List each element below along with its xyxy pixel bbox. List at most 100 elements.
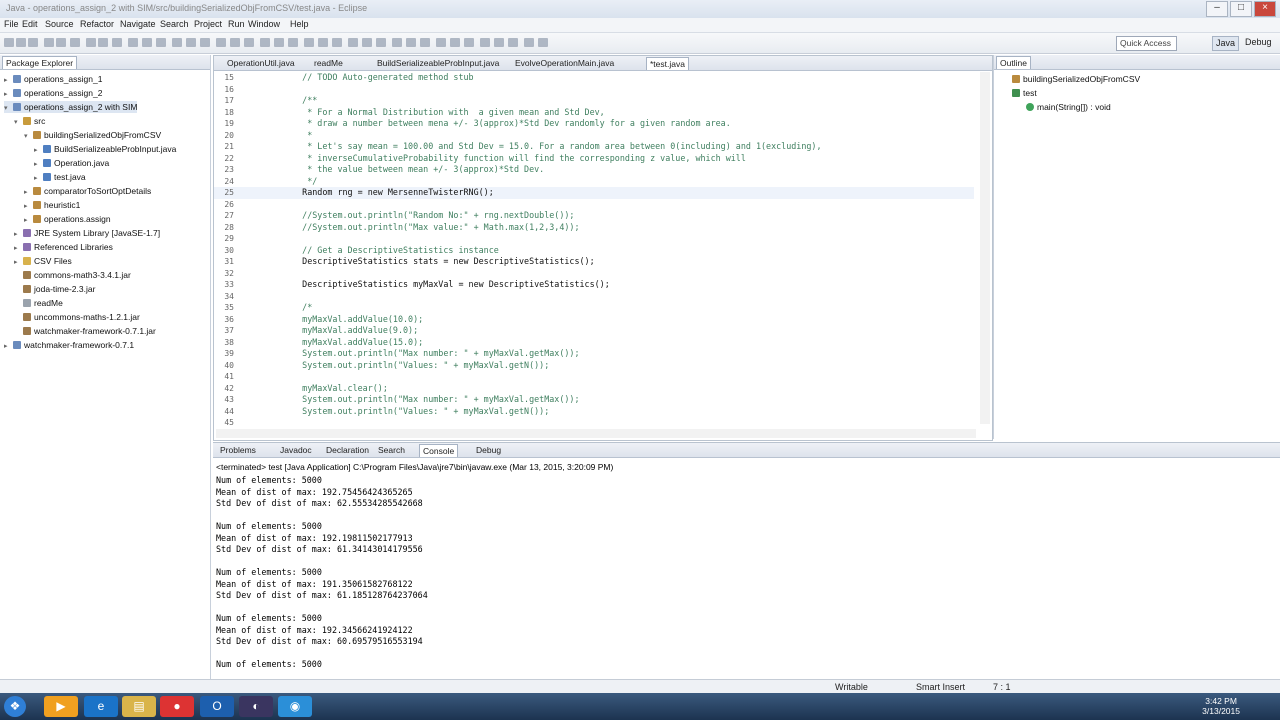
code-line[interactable]: 26 bbox=[214, 199, 974, 211]
code-line[interactable]: 30 // Get a DescriptiveStatistics instan… bbox=[214, 245, 974, 257]
tree-item[interactable]: ▸ Referenced Libraries bbox=[14, 241, 113, 253]
tree-toggle-icon[interactable]: ▸ bbox=[24, 187, 32, 199]
toolbar-action-icon[interactable] bbox=[56, 38, 66, 47]
menu-file[interactable]: File bbox=[4, 19, 19, 29]
tree-item[interactable]: ▸ CSV Files bbox=[14, 255, 72, 267]
menu-window[interactable]: Window bbox=[248, 19, 280, 29]
toolbar-action-icon[interactable] bbox=[304, 38, 314, 47]
console-tab[interactable]: Debug bbox=[473, 444, 504, 456]
tree-item[interactable]: ▸ heuristic1 bbox=[24, 199, 80, 211]
outline-item[interactable]: main(String[]) : void bbox=[1026, 101, 1111, 113]
code-line[interactable]: 27 //System.out.println("Random No:" + r… bbox=[214, 210, 974, 222]
code-line[interactable]: 35 /* bbox=[214, 302, 974, 314]
code-line[interactable]: 22 * inverseCumulativeProbability functi… bbox=[214, 153, 974, 165]
menu-refactor[interactable]: Refactor bbox=[80, 19, 114, 29]
console-tab[interactable]: Declaration bbox=[323, 444, 372, 456]
toolbar-action-icon[interactable] bbox=[318, 38, 328, 47]
toolbar-action-icon[interactable] bbox=[260, 38, 270, 47]
menu-source[interactable]: Source bbox=[45, 19, 74, 29]
tree-item[interactable]: ▸ Operation.java bbox=[34, 157, 109, 169]
quick-access-input[interactable]: Quick Access bbox=[1116, 36, 1177, 51]
toolbar-action-icon[interactable] bbox=[508, 38, 518, 47]
toolbar-action-icon[interactable] bbox=[186, 38, 196, 47]
code-line[interactable]: 18 * For a Normal Distribution with a gi… bbox=[214, 107, 974, 119]
tree-item[interactable]: ▸ BuildSerializeableProbInput.java bbox=[34, 143, 176, 155]
editor-vertical-scrollbar[interactable] bbox=[980, 72, 990, 424]
chrome-icon[interactable]: ● bbox=[160, 696, 194, 717]
toolbar-action-icon[interactable] bbox=[494, 38, 504, 47]
tree-toggle-icon[interactable]: ▸ bbox=[34, 145, 42, 157]
toolbar-action-icon[interactable] bbox=[112, 38, 122, 47]
code-line[interactable]: 17 /** bbox=[214, 95, 974, 107]
perspective-debug[interactable]: Debug bbox=[1245, 36, 1272, 49]
toolbar-action-icon[interactable] bbox=[524, 38, 534, 47]
toolbar-action-icon[interactable] bbox=[376, 38, 386, 47]
tree-toggle-icon[interactable]: ▾ bbox=[4, 103, 12, 115]
code-line[interactable]: 34 bbox=[214, 291, 974, 303]
toolbar-action-icon[interactable] bbox=[464, 38, 474, 47]
code-line[interactable]: 16 bbox=[214, 84, 974, 96]
code-line[interactable]: 20 * bbox=[214, 130, 974, 142]
toolbar-action-icon[interactable] bbox=[274, 38, 284, 47]
outline-item[interactable]: test bbox=[1012, 87, 1037, 99]
toolbar-action-icon[interactable] bbox=[172, 38, 182, 47]
toolbar-action-icon[interactable] bbox=[156, 38, 166, 47]
eclipse-icon[interactable]: ◐ bbox=[239, 696, 273, 717]
camera-app-icon[interactable]: ◉ bbox=[278, 696, 312, 717]
toolbar-action-icon[interactable] bbox=[230, 38, 240, 47]
file-explorer-icon[interactable]: ▤ bbox=[122, 696, 156, 717]
code-line[interactable]: 45 bbox=[214, 417, 974, 429]
toolbar-action-icon[interactable] bbox=[70, 38, 80, 47]
toolbar-action-icon[interactable] bbox=[86, 38, 96, 47]
start-button[interactable]: ❖ bbox=[4, 696, 26, 717]
toolbar-action-icon[interactable] bbox=[436, 38, 446, 47]
media-player-icon[interactable]: ▶ bbox=[44, 696, 78, 717]
toolbar-action-icon[interactable] bbox=[128, 38, 138, 47]
code-line[interactable]: 25 Random rng = new MersenneTwisterRNG()… bbox=[214, 187, 974, 199]
toolbar-action-icon[interactable] bbox=[538, 38, 548, 47]
tree-toggle-icon[interactable]: ▸ bbox=[4, 341, 12, 353]
tree-toggle-icon[interactable]: ▸ bbox=[14, 229, 22, 241]
tree-item[interactable]: ▾ buildingSerializedObjFromCSV bbox=[24, 129, 161, 141]
code-line[interactable]: 32 bbox=[214, 268, 974, 280]
toolbar-action-icon[interactable] bbox=[392, 38, 402, 47]
code-line[interactable]: 24 */ bbox=[214, 176, 974, 188]
tree-toggle-icon[interactable]: ▾ bbox=[14, 117, 22, 129]
editor-tab[interactable]: *test.java bbox=[646, 57, 689, 70]
menu-run[interactable]: Run bbox=[228, 19, 245, 29]
tree-item[interactable]: ▸ comparatorToSortOptDetails bbox=[24, 185, 151, 197]
code-line[interactable]: 37 myMaxVal.addValue(9.0); bbox=[214, 325, 974, 337]
toolbar-action-icon[interactable] bbox=[362, 38, 372, 47]
code-line[interactable]: 29 bbox=[214, 233, 974, 245]
tree-item[interactable]: ▸ operations_assign_1 bbox=[4, 73, 102, 85]
code-line[interactable]: 39 System.out.println("Max number: " + m… bbox=[214, 348, 974, 360]
tree-item[interactable]: readMe bbox=[14, 297, 63, 309]
editor-horizontal-scrollbar[interactable] bbox=[216, 429, 976, 438]
maximize-button[interactable]: □ bbox=[1230, 1, 1252, 17]
code-line[interactable]: 31 DescriptiveStatistics stats = new Des… bbox=[214, 256, 974, 268]
code-line[interactable]: 23 * the value between mean +/- 3(approx… bbox=[214, 164, 974, 176]
code-line[interactable]: 36 myMaxVal.addValue(10.0); bbox=[214, 314, 974, 326]
console-tab[interactable]: Search bbox=[375, 444, 408, 456]
toolbar-action-icon[interactable] bbox=[16, 38, 26, 47]
code-line[interactable]: 42 myMaxVal.clear(); bbox=[214, 383, 974, 395]
tree-item[interactable]: uncommons-maths-1.2.1.jar bbox=[14, 311, 140, 323]
tab-outline[interactable]: Outline bbox=[996, 56, 1031, 69]
console-tab[interactable]: Javadoc bbox=[277, 444, 315, 456]
menu-search[interactable]: Search bbox=[160, 19, 189, 29]
toolbar-action-icon[interactable] bbox=[288, 38, 298, 47]
tree-toggle-icon[interactable]: ▸ bbox=[14, 243, 22, 255]
tree-toggle-icon[interactable]: ▸ bbox=[24, 215, 32, 227]
tree-toggle-icon[interactable]: ▸ bbox=[34, 159, 42, 171]
toolbar-action-icon[interactable] bbox=[44, 38, 54, 47]
menu-edit[interactable]: Edit bbox=[22, 19, 38, 29]
editor-tab[interactable]: BuildSerializeableProbInput.java bbox=[374, 57, 502, 69]
code-line[interactable]: 38 myMaxVal.addValue(15.0); bbox=[214, 337, 974, 349]
tab-package-explorer[interactable]: Package Explorer bbox=[2, 56, 78, 69]
console-tab[interactable]: Problems bbox=[217, 444, 259, 456]
system-clock[interactable]: 3:42 PM 3/13/2015 bbox=[1202, 696, 1240, 716]
outlook-icon[interactable]: O bbox=[200, 696, 234, 717]
toolbar-action-icon[interactable] bbox=[450, 38, 460, 47]
code-line[interactable]: 15 // TODO Auto-generated method stub bbox=[214, 72, 974, 84]
tree-item[interactable]: ▸ operations_assign_2 bbox=[4, 87, 102, 99]
